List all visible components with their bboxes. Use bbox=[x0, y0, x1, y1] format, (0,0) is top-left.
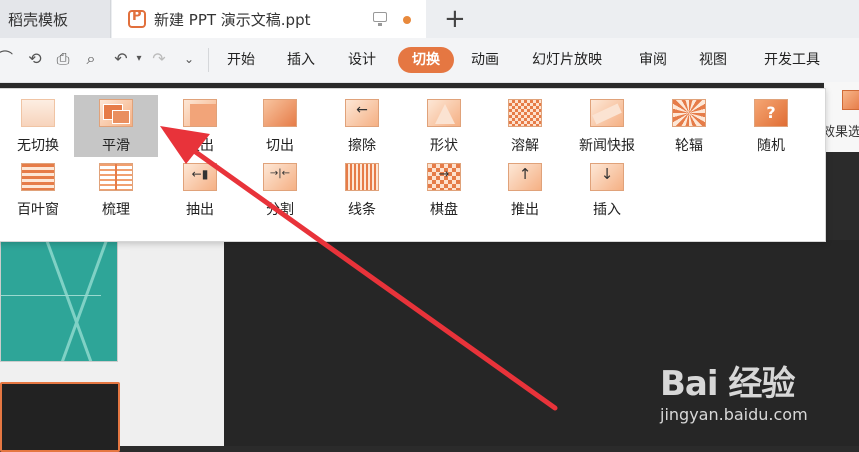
transition-insert-icon bbox=[590, 163, 624, 191]
transition-label: 轮辐 bbox=[675, 138, 703, 154]
open-icon[interactable]: ⌒ bbox=[0, 50, 14, 68]
redo-icon[interactable]: ↷ bbox=[150, 50, 168, 68]
transition-newsflash-icon bbox=[590, 99, 624, 127]
menu-home[interactable]: 开始 bbox=[227, 38, 255, 82]
transition-wheel-icon bbox=[672, 99, 706, 127]
toolbar-divider bbox=[208, 48, 209, 72]
transition-dissolve[interactable]: 溶解 bbox=[483, 95, 567, 157]
transition-label: 棋盘 bbox=[430, 202, 458, 218]
transition-none[interactable]: 无切换 bbox=[0, 95, 80, 157]
watermark-url: jingyan.baidu.com bbox=[660, 405, 808, 424]
transition-label: 淡出 bbox=[186, 138, 214, 154]
unsaved-dot-icon bbox=[403, 16, 411, 24]
transition-bars[interactable]: 线条 bbox=[320, 159, 404, 221]
print-icon[interactable]: ⎙ bbox=[54, 50, 72, 68]
print-preview-icon[interactable]: ⌕ bbox=[82, 50, 100, 68]
new-tab-plus-icon[interactable]: + bbox=[444, 4, 466, 34]
share-icon[interactable]: ⟲ bbox=[26, 50, 44, 68]
effect-options-label[interactable]: 效果选 bbox=[822, 121, 859, 140]
transition-push-icon bbox=[508, 163, 542, 191]
transition-comb-icon bbox=[99, 163, 133, 191]
monitor-icon[interactable] bbox=[373, 12, 387, 26]
transition-label: 擦除 bbox=[348, 138, 376, 154]
transition-pull-icon bbox=[183, 163, 217, 191]
transition-label: 线条 bbox=[348, 202, 376, 218]
transition-bars-icon bbox=[345, 163, 379, 191]
watermark-brand: Bai 经验 bbox=[660, 364, 795, 404]
tab-label: 稻壳模板 bbox=[8, 10, 69, 29]
menu-developer-tools[interactable]: 开发工具 bbox=[764, 38, 820, 82]
transition-label: 抽出 bbox=[186, 202, 214, 218]
transition-label: 无切换 bbox=[17, 138, 59, 154]
tab-label: 新建 PPT 演示文稿.ppt bbox=[154, 10, 311, 29]
transition-wipe[interactable]: 擦除 bbox=[320, 95, 404, 157]
transition-push[interactable]: 推出 bbox=[483, 159, 567, 221]
transition-wheel[interactable]: 轮辐 bbox=[647, 95, 731, 157]
transition-label: 梳理 bbox=[102, 202, 130, 218]
slide-thumbnail-2[interactable] bbox=[0, 382, 120, 452]
menu-design[interactable]: 设计 bbox=[348, 38, 376, 82]
transition-label: 平滑 bbox=[102, 138, 130, 154]
transition-gallery: 无切换 平滑 淡出 切出 擦除 形状 溶解 新闻快报 轮辐 随机 百叶窗 bbox=[0, 88, 826, 242]
transition-newsflash[interactable]: 新闻快报 bbox=[565, 95, 649, 157]
transition-label: 推出 bbox=[511, 202, 539, 218]
tab-docer-templates[interactable]: 稻壳模板 bbox=[0, 0, 111, 38]
title-tab-bar: 稻壳模板 新建 PPT 演示文稿.ppt + bbox=[0, 0, 859, 39]
transition-label: 分割 bbox=[266, 202, 294, 218]
transition-label: 新闻快报 bbox=[579, 138, 635, 154]
transition-blinds-icon bbox=[21, 163, 55, 191]
transition-random[interactable]: 随机 bbox=[729, 95, 813, 157]
transition-split-icon bbox=[263, 163, 297, 191]
transition-smooth[interactable]: 平滑 bbox=[74, 95, 158, 157]
transition-wipe-icon bbox=[345, 99, 379, 127]
transition-label: 切出 bbox=[266, 138, 294, 154]
transition-cut[interactable]: 切出 bbox=[238, 95, 322, 157]
transition-checkerboard-icon bbox=[427, 163, 461, 191]
transition-fade-icon bbox=[183, 99, 217, 127]
transition-checkerboard[interactable]: 棋盘 bbox=[402, 159, 486, 221]
transition-pull[interactable]: 抽出 bbox=[158, 159, 242, 221]
slide-thumbnail-1[interactable] bbox=[0, 228, 118, 362]
menu-view[interactable]: 视图 bbox=[699, 38, 727, 82]
menu-animation[interactable]: 动画 bbox=[471, 38, 499, 82]
main-toolbar: ⌒ ⟲ ⎙ ⌕ ↶ ▾ ↷ ⌄ 开始 插入 设计 切换 动画 幻灯片放映 审阅 … bbox=[0, 38, 859, 83]
transition-dissolve-icon bbox=[508, 99, 542, 127]
transition-cut-icon bbox=[263, 99, 297, 127]
effect-options-icon[interactable] bbox=[842, 90, 859, 110]
transition-comb[interactable]: 梳理 bbox=[74, 159, 158, 221]
transition-shape[interactable]: 形状 bbox=[402, 95, 486, 157]
transition-none-icon bbox=[21, 99, 55, 127]
undo-dropdown-icon[interactable]: ▾ bbox=[130, 50, 148, 68]
ppt-logo-icon bbox=[128, 9, 146, 28]
transition-insert[interactable]: 插入 bbox=[565, 159, 649, 221]
menu-review[interactable]: 审阅 bbox=[639, 38, 667, 82]
transition-label: 溶解 bbox=[511, 138, 539, 154]
transition-random-icon bbox=[754, 99, 788, 127]
transition-shape-icon bbox=[427, 99, 461, 127]
slide-decoration bbox=[1, 295, 101, 296]
transition-label: 百叶窗 bbox=[17, 202, 59, 218]
transition-fade[interactable]: 淡出 bbox=[158, 95, 242, 157]
undo-icon[interactable]: ↶ bbox=[112, 50, 130, 68]
menu-slideshow[interactable]: 幻灯片放映 bbox=[532, 38, 602, 82]
transition-label: 随机 bbox=[757, 138, 785, 154]
transition-label: 插入 bbox=[593, 202, 621, 218]
menu-insert[interactable]: 插入 bbox=[287, 38, 315, 82]
menu-transition[interactable]: 切换 bbox=[398, 47, 454, 73]
transition-blinds[interactable]: 百叶窗 bbox=[0, 159, 80, 221]
transition-split[interactable]: 分割 bbox=[238, 159, 322, 221]
more-dropdown-icon[interactable]: ⌄ bbox=[180, 50, 198, 68]
transition-smooth-icon bbox=[99, 99, 133, 127]
transition-label: 形状 bbox=[430, 138, 458, 154]
